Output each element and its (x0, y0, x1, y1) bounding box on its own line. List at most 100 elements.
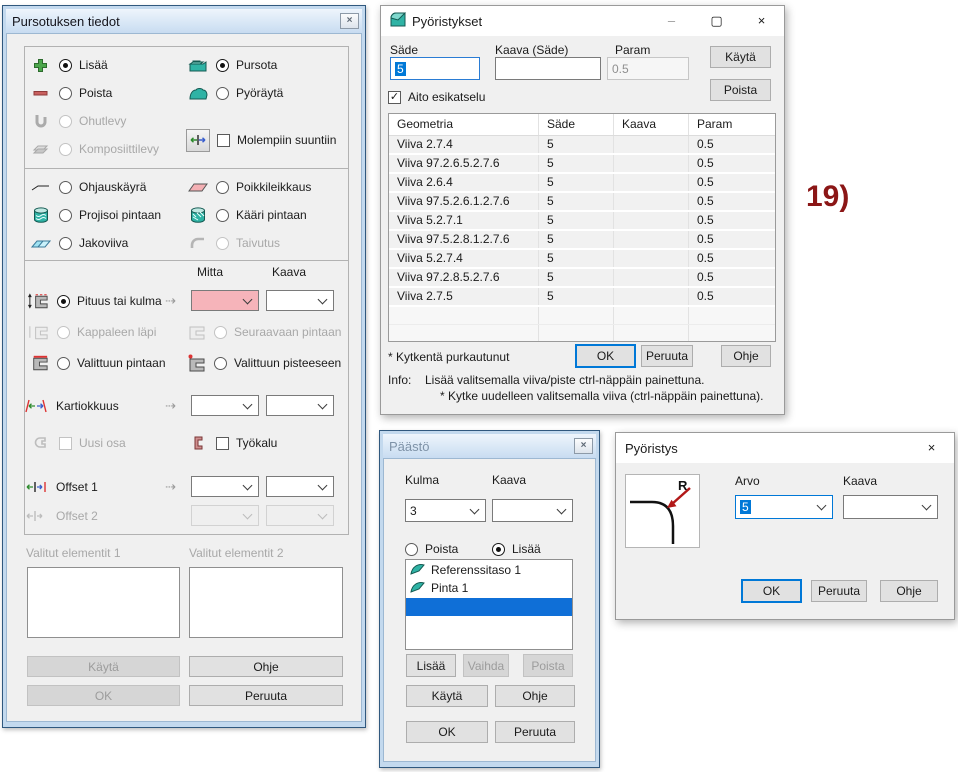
peruuta-button[interactable]: Peruuta (641, 345, 693, 367)
table-row[interactable]: Viiva 97.2.8.5.2.7.6 5 0.5 (389, 269, 775, 288)
elements2-listbox[interactable] (189, 567, 343, 638)
sade-input[interactable]: 5 (390, 57, 480, 80)
option-molempiin[interactable]: Molempiin suuntiin (186, 128, 336, 152)
col-param: Param (689, 114, 775, 135)
kayta-button[interactable]: Käytä (406, 685, 488, 707)
option-pursota[interactable]: Pursota (186, 54, 277, 76)
table-row[interactable]: Viiva 5.2.7.4 5 0.5 (389, 250, 775, 269)
radio-projisoi[interactable] (59, 209, 72, 222)
option-valittuun-pisteeseen[interactable]: Valittuun pisteeseen (184, 352, 341, 374)
close-icon[interactable]: × (739, 6, 784, 36)
mitta-offset1-combo[interactable] (191, 476, 259, 497)
mitta-pituus-combo[interactable] (191, 290, 259, 311)
checkbox-molempiin[interactable] (217, 134, 230, 147)
preview-checkbox-row[interactable]: ✓ Aito esikatselu (388, 86, 485, 108)
table-row[interactable]: Viiva 2.6.4 5 0.5 (389, 174, 775, 193)
option-kaari[interactable]: Kääri pintaan (186, 204, 307, 226)
option-label: Projisoi pintaan (79, 208, 161, 222)
table-row[interactable]: Viiva 5.2.7.1 5 0.5 (389, 212, 775, 231)
option-label: Lisää (512, 542, 541, 556)
mitta-kartiokkuus-combo[interactable] (191, 395, 259, 416)
list-item[interactable]: Pinta 1 (406, 579, 572, 597)
selected-row[interactable] (406, 598, 572, 616)
close-icon[interactable]: × (340, 13, 359, 29)
ok-button[interactable]: OK (741, 579, 802, 603)
rounding-titlebar[interactable]: Pyöristys × (616, 433, 954, 463)
radio-pituus[interactable] (57, 295, 70, 308)
radio-lisaa[interactable] (492, 543, 505, 556)
option-label: Ohutlevy (79, 114, 126, 128)
list-item-label: Pinta 1 (431, 581, 468, 595)
extrusion-titlebar[interactable]: Pursotuksen tiedot × (6, 9, 362, 33)
minimize-icon[interactable]: – (649, 6, 694, 36)
draft-titlebar[interactable]: Päästö × (383, 434, 596, 458)
elements1-listbox[interactable] (27, 567, 180, 638)
kaava-sade-input[interactable] (495, 57, 601, 80)
radio-kaari[interactable] (216, 209, 229, 222)
ohje-button[interactable]: Ohje (880, 580, 938, 602)
checkbox-tyokalu[interactable] (216, 437, 229, 450)
table-row[interactable]: Viiva 97.5.2.6.1.2.7.6 5 0.5 (389, 193, 775, 212)
section-separator (24, 260, 349, 261)
radio-poikkileikkaus[interactable] (216, 181, 229, 194)
kaava-offset1-combo[interactable] (266, 476, 334, 497)
radio-jakoviiva[interactable] (59, 237, 72, 250)
radio-lisaa[interactable] (59, 59, 72, 72)
kaava-label: Kaava (492, 473, 526, 487)
both-directions-icon[interactable] (186, 129, 210, 152)
option-ohjauskayra[interactable]: Ohjauskäyrä (29, 176, 146, 198)
option-tyokalu[interactable]: Työkalu (186, 432, 277, 454)
maximize-icon[interactable]: ▢ (694, 6, 739, 36)
option-pyorayta[interactable]: Pyöräytä (186, 82, 283, 104)
option-pituus[interactable]: Pituus tai kulma (27, 290, 162, 312)
peruuta-button[interactable]: Peruuta (495, 721, 575, 743)
field-label: Offset 1 (56, 480, 98, 494)
kaava-combo[interactable] (843, 495, 938, 519)
option-projisoi[interactable]: Projisoi pintaan (29, 204, 161, 226)
fillets-body: Säde Kaava (Säde) Param 5 0.5 Käytä Pois… (381, 36, 784, 414)
radio-ohjauskayra[interactable] (59, 181, 72, 194)
fillets-titlebar[interactable]: Pyöristykset – ▢ × (381, 6, 784, 36)
table-row[interactable]: Viiva 2.7.5 5 0.5 (389, 288, 775, 307)
option-lisaa[interactable]: Lisää (29, 54, 108, 76)
peruuta-button[interactable]: Peruuta (189, 685, 343, 706)
radio-poista[interactable] (405, 543, 418, 556)
kaava-pituus-combo[interactable] (266, 290, 334, 311)
dialog-title: Pyöristys (625, 441, 678, 456)
ok-button[interactable]: OK (575, 344, 636, 368)
kayta-button[interactable]: Käytä (710, 46, 771, 68)
ok-button[interactable]: OK (406, 721, 488, 743)
option-jakoviiva[interactable]: Jakoviiva (29, 232, 128, 254)
option-lisaa[interactable]: Lisää (492, 538, 541, 560)
radio-valittuun-pisteeseen[interactable] (214, 357, 227, 370)
ohje-button[interactable]: Ohje (495, 685, 575, 707)
peruuta-button[interactable]: Peruuta (811, 580, 867, 602)
table-row[interactable]: Viiva 2.7.4 5 0.5 (389, 136, 775, 155)
kulma-combo[interactable]: 3 (405, 499, 486, 522)
fillet-table[interactable]: Geometria Säde Kaava Param Viiva 2.7.4 5… (388, 113, 776, 342)
dialog-title: Pyöristykset (412, 14, 482, 29)
lisaa-button[interactable]: Lisää (406, 654, 456, 677)
close-icon[interactable]: × (909, 433, 954, 463)
table-row[interactable]: Viiva 97.2.6.5.2.7.6 5 0.5 (389, 155, 775, 174)
checkbox-aito-esikatselu[interactable]: ✓ (388, 91, 401, 104)
arvo-combo[interactable]: 5 (735, 495, 833, 519)
table-row[interactable]: Viiva 97.5.2.8.1.2.7.6 5 0.5 (389, 231, 775, 250)
option-poista[interactable]: Poista (29, 82, 112, 104)
kaava-kartiokkuus-combo[interactable] (266, 395, 334, 416)
option-valittuun-pintaan[interactable]: Valittuun pintaan (27, 352, 166, 374)
kaava-combo[interactable] (492, 499, 573, 522)
list-item[interactable]: Referenssitaso 1 (406, 561, 572, 579)
option-poista[interactable]: Poista (405, 538, 458, 560)
radio-poista[interactable] (59, 87, 72, 100)
radio-valittuun-pintaan[interactable] (57, 357, 70, 370)
ohje-button[interactable]: Ohje (189, 656, 343, 677)
option-poikkileikkaus[interactable]: Poikkileikkaus (186, 176, 311, 198)
poista-button: Poista (523, 654, 573, 677)
draft-listbox[interactable]: Referenssitaso 1 Pinta 1 (405, 559, 573, 650)
radio-pyorayta[interactable] (216, 87, 229, 100)
poista-button[interactable]: Poista (710, 79, 771, 101)
close-icon[interactable]: × (574, 438, 593, 454)
ohje-button[interactable]: Ohje (721, 345, 771, 367)
radio-pursota[interactable] (216, 59, 229, 72)
